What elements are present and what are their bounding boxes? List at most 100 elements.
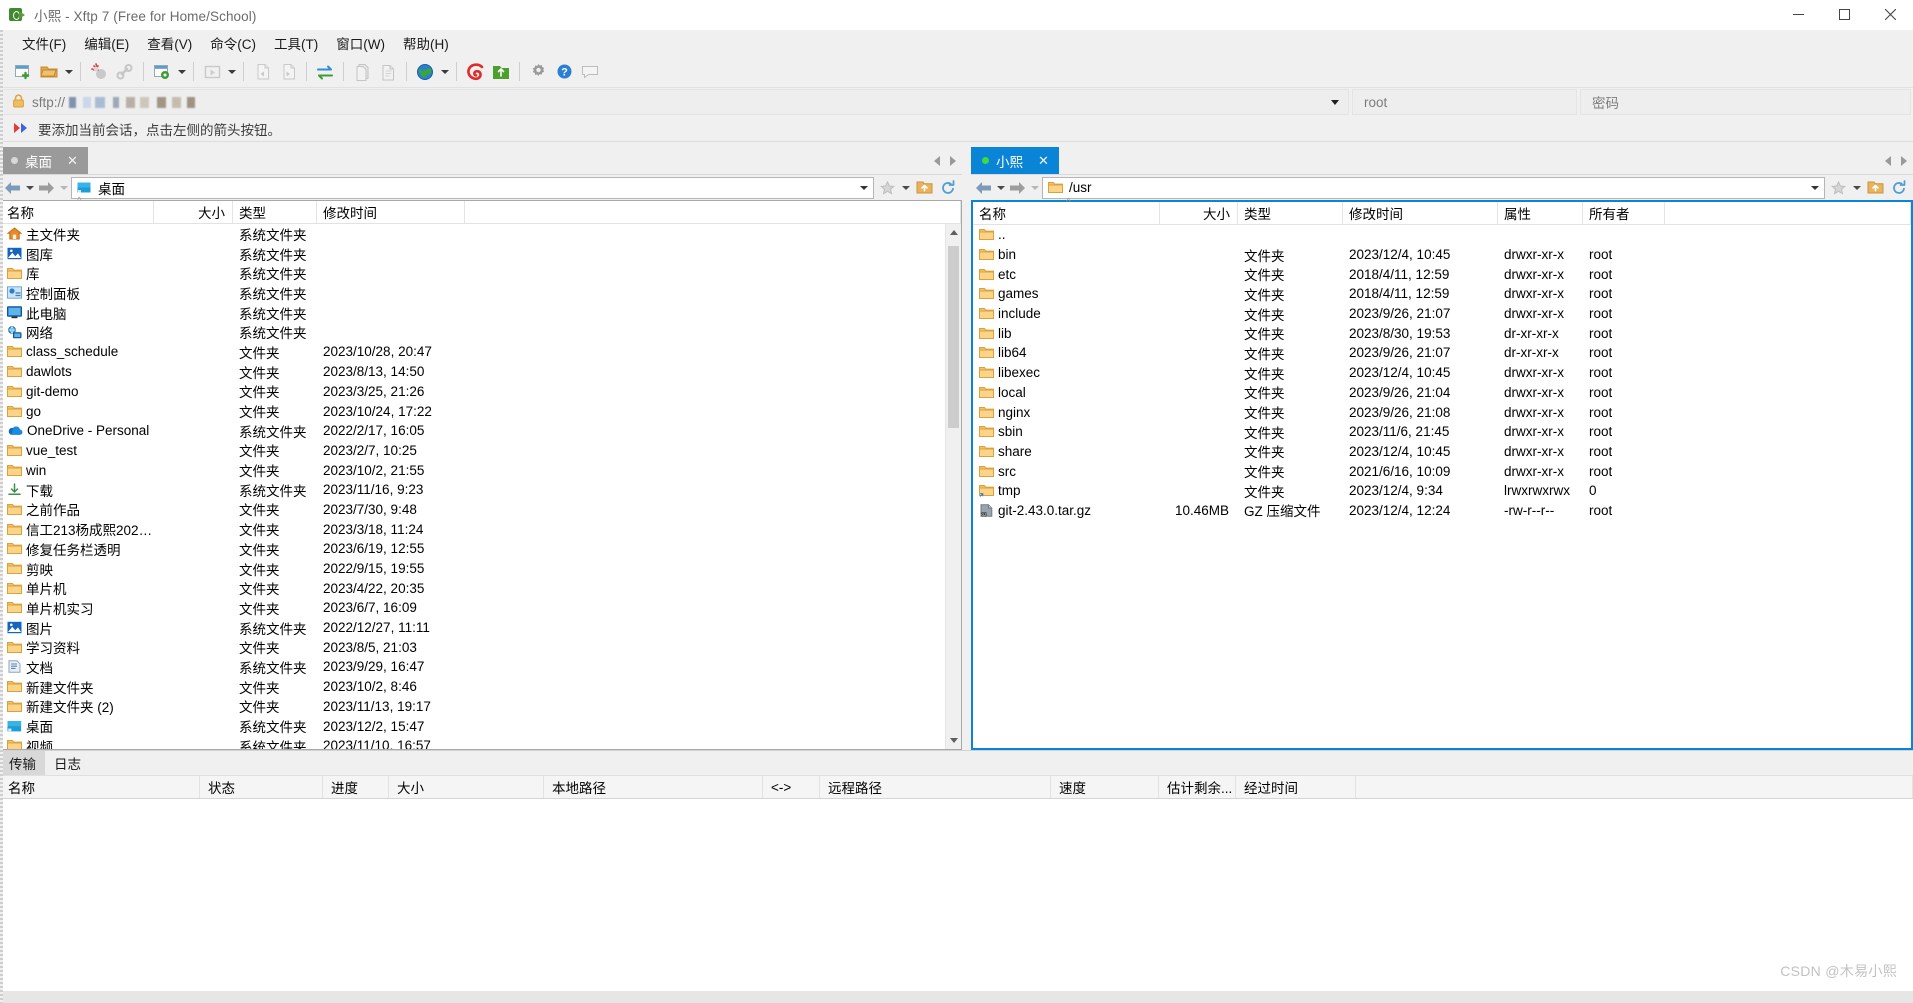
transfer-column-size[interactable]: 大小	[389, 776, 544, 798]
local-tab-scroll-left-icon[interactable]	[934, 155, 940, 166]
transfer-column-remotepath[interactable]: 远程路径	[820, 776, 1051, 798]
table-row[interactable]: 图片 系统文件夹 2022/12/27, 11:11	[1, 618, 961, 638]
transfer-column-speed[interactable]: 速度	[1051, 776, 1159, 798]
transfer-column-elapsed[interactable]: 经过时间	[1236, 776, 1356, 798]
remote-back-history-caret-icon[interactable]	[994, 185, 1007, 190]
local-refresh-icon[interactable]	[936, 176, 960, 200]
table-row[interactable]: src 文件夹 2021/6/16, 10:09 drwxr-xr-x root	[973, 461, 1911, 481]
table-row[interactable]: 视频 系统文件夹 2023/11/10, 16:57	[1, 736, 961, 749]
sftp-url-input[interactable]: sftp://	[2, 89, 1349, 115]
local-back-history-caret-icon[interactable]	[23, 185, 36, 190]
table-row[interactable]: lib64 文件夹 2023/9/26, 21:07 dr-xr-xr-x root	[973, 343, 1911, 363]
local-scroll-thumb[interactable]	[948, 246, 959, 428]
local-tab-desktop[interactable]: 桌面 ✕	[0, 147, 88, 174]
table-row[interactable]: 修复任务栏透明 文件夹 2023/6/19, 12:55	[1, 539, 961, 559]
table-row[interactable]: games 文件夹 2018/4/11, 12:59 drwxr-xr-x root	[973, 284, 1911, 304]
transfer-column-progress[interactable]: 进度	[323, 776, 389, 798]
table-row[interactable]: 图库 系统文件夹	[1, 244, 961, 264]
column-header-name[interactable]: 名称 ^	[1, 197, 154, 223]
comment-icon[interactable]	[577, 59, 603, 85]
help-icon[interactable]: ?	[551, 59, 577, 85]
table-row[interactable]: GZ git-2.43.0.tar.gz 10.46MB GZ 压缩文件 2023/12…	[973, 501, 1911, 521]
table-row[interactable]: 信工213杨成熙2021... 文件夹 2023/3/18, 11:24	[1, 519, 961, 539]
session-settings-icon[interactable]	[149, 59, 175, 85]
password-input[interactable]: 密码	[1580, 89, 1911, 115]
transfer-column-remaining[interactable]: 估计剩余...	[1159, 776, 1236, 798]
maximize-button[interactable]	[1821, 0, 1867, 30]
menu-view[interactable]: 查看(V)	[138, 30, 201, 56]
remote-path-input[interactable]: /usr	[1042, 176, 1825, 199]
table-row[interactable]: etc 文件夹 2018/4/11, 12:59 drwxr-xr-x root	[973, 264, 1911, 284]
column-header-type[interactable]: 类型	[1238, 202, 1343, 224]
table-row[interactable]: bin 文件夹 2023/12/4, 10:45 drwxr-xr-x root	[973, 245, 1911, 265]
table-row[interactable]: include 文件夹 2023/9/26, 21:07 drwxr-xr-x root	[973, 304, 1911, 324]
table-row[interactable]: vue_test 文件夹 2023/2/7, 10:25	[1, 441, 961, 461]
username-input[interactable]: root	[1352, 89, 1577, 115]
menu-file[interactable]: 文件(F)	[13, 30, 75, 56]
column-header-size[interactable]: 大小	[1160, 202, 1238, 224]
url-history-caret-icon[interactable]	[1322, 99, 1348, 105]
table-row[interactable]: class_schedule 文件夹 2023/10/28, 20:47	[1, 342, 961, 362]
column-header-modified[interactable]: 修改时间	[317, 201, 465, 223]
gear-icon[interactable]	[525, 59, 551, 85]
close-button[interactable]	[1867, 0, 1913, 30]
transfer-column-localpath[interactable]: 本地路径	[544, 776, 763, 798]
remote-bookmark-caret-icon[interactable]	[1850, 185, 1863, 190]
table-row[interactable]: 之前作品 文件夹 2023/7/30, 9:48	[1, 500, 961, 520]
transfer-column-direction[interactable]: <->	[763, 776, 820, 798]
remote-tab-scroll-left-icon[interactable]	[1885, 155, 1891, 166]
table-row[interactable]: OneDrive - Personal 系统文件夹 2022/2/17, 16:05	[1, 421, 961, 441]
link-icon[interactable]	[112, 59, 138, 85]
minimize-button[interactable]	[1775, 0, 1821, 30]
column-header-size[interactable]: 大小	[154, 201, 233, 223]
globe-caret-icon[interactable]	[438, 59, 451, 85]
remote-tab-scroll-right-icon[interactable]	[1901, 155, 1907, 166]
disconnect-icon[interactable]	[86, 59, 112, 85]
table-row[interactable]: 下载 系统文件夹 2023/11/16, 9:23	[1, 480, 961, 500]
table-row[interactable]: ..	[973, 225, 1911, 245]
table-row[interactable]: 新建文件夹 (2) 文件夹 2023/11/13, 19:17	[1, 697, 961, 717]
table-row[interactable]: 此电脑 系统文件夹	[1, 303, 961, 323]
tab-log[interactable]: 日志	[45, 751, 90, 775]
local-scroll-down-icon[interactable]	[946, 732, 961, 749]
table-row[interactable]: 文档 系统文件夹 2023/9/29, 16:47	[1, 657, 961, 677]
remote-forward-history-caret-icon[interactable]	[1028, 185, 1041, 190]
table-row[interactable]: 桌面 系统文件夹 2023/12/2, 15:47	[1, 716, 961, 736]
column-header-owner[interactable]: 所有者	[1583, 202, 1665, 224]
remote-forward-icon[interactable]	[1007, 181, 1028, 195]
local-path-dropdown-icon[interactable]	[855, 185, 873, 190]
sync-icon[interactable]	[312, 59, 338, 85]
table-row[interactable]: 主文件夹 系统文件夹	[1, 224, 961, 244]
column-header-modified[interactable]: 修改时间	[1343, 202, 1498, 224]
table-row[interactable]: 单片机 文件夹 2023/4/22, 20:35	[1, 578, 961, 598]
menu-command[interactable]: 命令(C)	[201, 30, 265, 56]
table-row[interactable]: 剪映 文件夹 2022/9/15, 19:55	[1, 559, 961, 579]
local-bookmark-caret-icon[interactable]	[899, 185, 912, 190]
column-header-attrs[interactable]: 属性	[1498, 202, 1583, 224]
table-row[interactable]: nginx 文件夹 2023/9/26, 21:08 drwxr-xr-x root	[973, 402, 1911, 422]
column-header-name[interactable]: 名称 ^	[973, 198, 1160, 224]
local-vertical-scrollbar[interactable]	[945, 224, 961, 749]
xshell-icon[interactable]	[462, 59, 488, 85]
local-back-icon[interactable]	[2, 181, 23, 195]
table-row[interactable]: dawlots 文件夹 2023/8/13, 14:50	[1, 362, 961, 382]
local-tab-scroll-right-icon[interactable]	[950, 155, 956, 166]
local-path-input[interactable]: 桌面	[71, 176, 874, 199]
local-forward-history-caret-icon[interactable]	[57, 185, 70, 190]
transfer-right-icon[interactable]	[275, 59, 301, 85]
local-parent-folder-icon[interactable]	[912, 176, 936, 200]
table-row[interactable]: 网络 系统文件夹	[1, 322, 961, 342]
table-row[interactable]: go 文件夹 2023/10/24, 17:22	[1, 401, 961, 421]
column-header-type[interactable]: 类型	[233, 201, 317, 223]
local-bookmark-icon[interactable]	[875, 176, 899, 200]
paste-icon[interactable]	[375, 59, 401, 85]
copy-icon[interactable]	[349, 59, 375, 85]
table-row[interactable]: lib 文件夹 2023/8/30, 19:53 dr-xr-xr-x root	[973, 323, 1911, 343]
local-scroll-track[interactable]	[946, 241, 961, 732]
menu-help[interactable]: 帮助(H)	[394, 30, 458, 56]
remote-tab-close-icon[interactable]: ✕	[1037, 153, 1050, 169]
transfer-left-icon[interactable]	[249, 59, 275, 85]
remote-bookmark-icon[interactable]	[1826, 176, 1850, 200]
table-row[interactable]: win 文件夹 2023/10/2, 21:55	[1, 460, 961, 480]
table-row[interactable]: tmp 文件夹 2023/12/4, 9:34 lrwxrwxrwx 0	[973, 481, 1911, 501]
